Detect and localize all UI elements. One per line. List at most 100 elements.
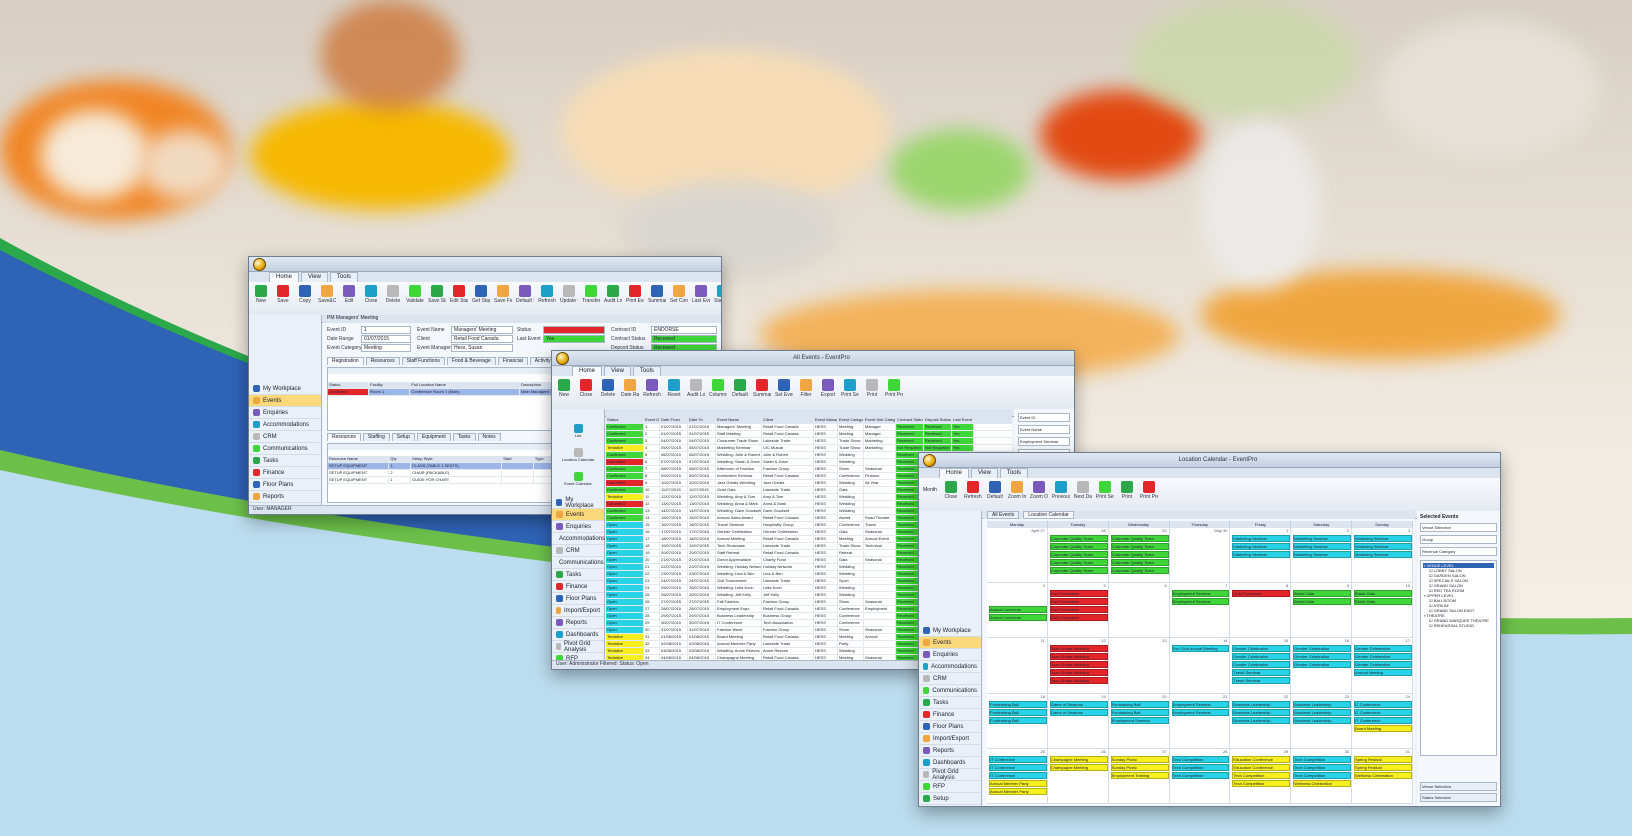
previous-date-button[interactable]: Previous Date (1052, 481, 1070, 500)
tab-tools[interactable]: Tools (999, 468, 1028, 478)
calendar-event[interactable]: Gender Celebration (1293, 645, 1352, 653)
nav-item-communications[interactable]: Communications (552, 557, 604, 569)
zoom-out-button[interactable]: Zoom Out (1030, 481, 1048, 500)
nav-item-finance[interactable]: Finance (249, 467, 321, 479)
calendar-event[interactable]: Marketing Seminar (1293, 551, 1352, 558)
calendar-event[interactable]: Spring Festival (1354, 763, 1412, 771)
nav-item-enquiries[interactable]: Enquiries (552, 521, 604, 533)
column-header-event-sub-category[interactable]: Event Sub Category (864, 417, 896, 423)
calendar-event[interactable]: Fun Club Annual Meeting (1171, 645, 1230, 653)
audit-log-button[interactable]: Audit Log (604, 285, 622, 304)
next-date-button[interactable]: Next Date (1074, 481, 1092, 500)
column-header-resource-name[interactable]: Resource Name (328, 456, 390, 462)
tab-home[interactable]: Home (939, 468, 970, 478)
calendar-event[interactable]: Game of Seasons (1049, 708, 1108, 716)
audit-log-button[interactable]: Audit Log (687, 379, 705, 398)
set-confirm-button[interactable]: Set Confirm (670, 285, 688, 304)
tab-setup[interactable]: Setup (391, 433, 415, 441)
nav-item-events[interactable]: Events (552, 509, 604, 521)
calendar-event[interactable]: Annual Member Party (989, 787, 1047, 795)
calendar-event[interactable]: Wellness Celebration (1354, 771, 1412, 779)
tab-tools[interactable]: Tools (329, 272, 358, 282)
nav-item-crm[interactable]: CRM (249, 431, 321, 443)
update-calendar-button[interactable]: Update Calendar (560, 285, 578, 304)
print-setup-button[interactable]: Print Setup (841, 379, 859, 398)
calendar-event[interactable]: Corporate Quality Team (1049, 543, 1108, 550)
summary-event-button[interactable]: Summary Event (753, 379, 771, 398)
calendar-event[interactable]: Tech Competition (1293, 755, 1352, 763)
calendar-event[interactable]: Gender Celebration (1293, 653, 1352, 661)
calendar-event[interactable]: Marketing Seminar (1354, 551, 1412, 558)
calendar-event[interactable]: Marketing Seminar (1354, 543, 1412, 550)
calendar-event[interactable]: Champagne Meeting (1049, 755, 1108, 763)
nav-item-finance[interactable]: Finance (552, 581, 604, 593)
calendar-event[interactable]: Tech Competition (1232, 779, 1291, 787)
calendar-event[interactable]: Annual Luncheon (989, 606, 1047, 614)
refresh-button[interactable]: Refresh (538, 285, 556, 304)
calendar-event[interactable]: Tech Competition (1293, 771, 1352, 779)
column-header-event-manager[interactable]: Event Manager (814, 417, 838, 423)
calendar-event[interactable]: Gold Fundraiser (1049, 598, 1108, 606)
refresh-button[interactable]: Refresh (964, 481, 982, 500)
nav-item-tasks[interactable]: Tasks (919, 697, 981, 709)
column-header-status[interactable]: Status (606, 417, 644, 423)
calendar-event[interactable]: Bridal Gala (1293, 590, 1352, 598)
table-row[interactable]: Confirmed 3 04/07/2015 04/07/2015 Consumer T… (606, 438, 1012, 445)
calendar-event[interactable]: Education Conference (1232, 763, 1291, 771)
close-button[interactable]: Close (943, 481, 959, 500)
calendar-event[interactable]: Marketing Seminar (1293, 543, 1352, 550)
status-field[interactable] (543, 326, 605, 334)
calendar-event[interactable]: Marketing Seminar (1232, 535, 1291, 542)
new-button[interactable]: New (556, 379, 572, 398)
save-button[interactable]: Save (275, 285, 291, 304)
delete-button[interactable]: Delete (385, 285, 401, 304)
footer-status-selection[interactable]: Status Selection (1420, 793, 1497, 802)
preview-field-employment-seminar[interactable]: Employment Seminar (1018, 437, 1070, 446)
nav-item-dashboards[interactable]: Dashboards (919, 757, 981, 769)
transfer-calendar-button[interactable]: Transfer Calendar (582, 285, 600, 304)
calendar-event[interactable]: Business Leadership (1232, 708, 1291, 716)
calendar-event[interactable]: Sunday Picnic (1110, 763, 1169, 771)
column-header-last-event[interactable]: Last Event (952, 417, 974, 423)
filter-button[interactable]: Filter (798, 379, 814, 398)
calendar-event[interactable]: Board Meeting (1354, 724, 1412, 732)
calendar-event[interactable]: Jazz Greats Wedding (1049, 653, 1108, 661)
calendar-event[interactable]: Tech Competition (1171, 771, 1230, 779)
calendar-event[interactable]: Marketing Seminar (1354, 535, 1412, 542)
close-button[interactable]: Close (363, 285, 379, 304)
tab-view[interactable]: View (971, 468, 998, 478)
nav-item-tasks[interactable]: Tasks (552, 569, 604, 581)
nav-item-reports[interactable]: Reports (919, 745, 981, 757)
nav-item-reports[interactable]: Reports (552, 617, 604, 629)
calendar-event[interactable]: Tech Competition (1171, 763, 1230, 771)
nav-item-setup[interactable]: Setup (919, 793, 981, 805)
calendar-event[interactable]: Corporate Quality Team (1110, 543, 1169, 550)
footer-venue-selection[interactable]: Venue Selection (1420, 782, 1497, 791)
nav-item-my-workplace[interactable]: My Workplace (249, 383, 321, 395)
nav-item-communications[interactable]: Communications (249, 443, 321, 455)
tab-food-beverage[interactable]: Food & Beverage (446, 357, 496, 365)
doc-tab-all-events[interactable]: All Events (987, 511, 1020, 519)
nav-item-events[interactable]: Events (249, 395, 321, 407)
calendar-event[interactable]: Travel Seminar (1232, 669, 1291, 677)
calendar-event[interactable]: Business Leadership (1293, 708, 1352, 716)
summary-event-button[interactable]: Summary Event (648, 285, 666, 304)
reset-button[interactable]: Reset (666, 379, 682, 398)
filter-field-group[interactable]: Group (1420, 535, 1497, 544)
view-event-calendar[interactable]: Event Calendar (552, 467, 604, 491)
calendar-day[interactable]: 6 (1108, 583, 1170, 639)
app-orb-icon[interactable] (253, 257, 266, 271)
calendar-event[interactable]: Tech Competition (1232, 771, 1291, 779)
calendar-event[interactable]: Travel Seminar (1232, 677, 1291, 685)
get-stage-button[interactable]: Get Stage (472, 285, 490, 304)
calendar-event[interactable]: Jazz Greats Wedding (1049, 677, 1108, 685)
new-button[interactable]: New (253, 285, 269, 304)
calendar-event[interactable]: Gender Celebration (1354, 661, 1412, 669)
calendar-event[interactable]: Corporate Quality Team (1110, 567, 1169, 574)
table-row[interactable]: Confirmed 1 01/07/2015 01/07/2015 Managers' … (606, 424, 1012, 431)
print-setup-button[interactable]: Print Setup (1096, 481, 1114, 500)
tab-notes[interactable]: Notes (477, 433, 501, 441)
close-button[interactable]: Close (578, 379, 594, 398)
document-tab[interactable]: PM Managers' Meeting (323, 315, 721, 323)
calendar-day[interactable]: 13 (1108, 638, 1170, 694)
